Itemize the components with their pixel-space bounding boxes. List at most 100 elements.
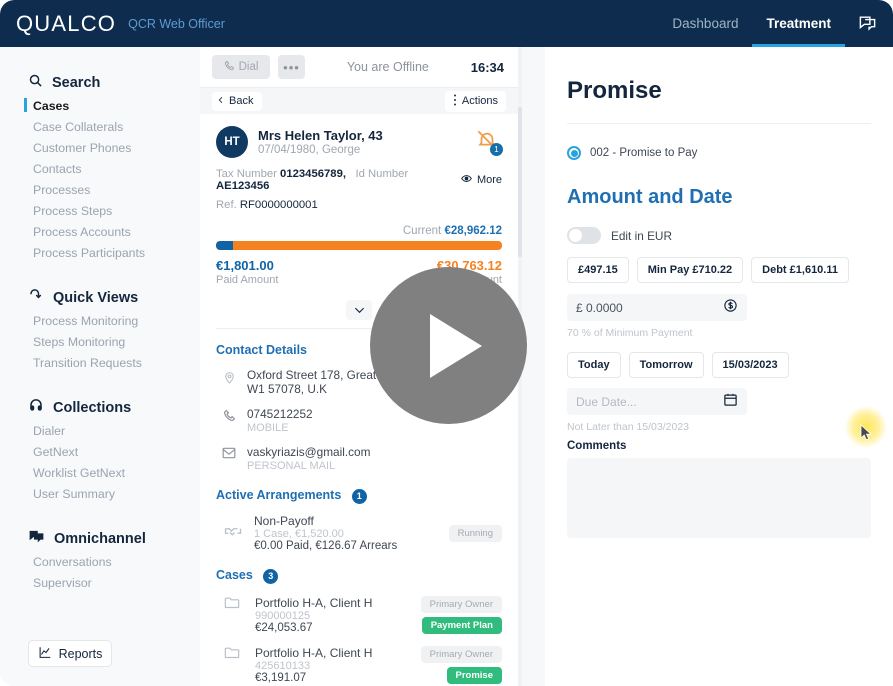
- softphone-toolbar: Dial ••• You are Offline 16:34: [200, 47, 518, 88]
- quick-views-icon: [28, 288, 44, 307]
- customer-name: Mrs Helen Taylor, 43: [258, 128, 476, 143]
- sidebar-group-collections[interactable]: Collections: [0, 394, 200, 421]
- kebab-menu-icon: [453, 94, 457, 109]
- chat-icon[interactable]: [845, 0, 889, 47]
- sidebar-item-getnext[interactable]: GetNext: [0, 442, 200, 463]
- case-badges: Primary Owner Promise: [421, 646, 502, 684]
- more-identifiers-button[interactable]: More: [460, 173, 502, 187]
- reports-button[interactable]: Reports: [28, 640, 112, 667]
- contact-phone-text: 0745212252 MOBILE: [247, 407, 313, 434]
- sidebar-spacer: [0, 264, 200, 284]
- comments-textarea[interactable]: [567, 458, 871, 538]
- case-reference: Ref. RF0000000001: [216, 199, 502, 211]
- chevron-down-icon[interactable]: [346, 300, 372, 320]
- date-pill-max-date[interactable]: 15/03/2023: [712, 352, 789, 378]
- sidebar-item-supervisor[interactable]: Supervisor: [0, 573, 200, 594]
- mail-icon: [221, 445, 237, 472]
- app-root: QUALCO QCR Web Officer Dashboard Treatme…: [0, 0, 893, 686]
- id-number-value: AE123456: [216, 180, 269, 192]
- sidebar-item-user-summary[interactable]: User Summary: [0, 484, 200, 505]
- contact-email-text: vaskyriazis@gmail.com PERSONAL MAIL: [247, 445, 370, 472]
- currency-dollar-icon[interactable]: [723, 298, 738, 318]
- sidebar-item-process-accounts[interactable]: Process Accounts: [0, 222, 200, 243]
- paid-amount-label: Paid Amount: [216, 274, 278, 286]
- sidebar-item-customer-phones[interactable]: Customer Phones: [0, 138, 200, 159]
- radio-selected-icon[interactable]: [567, 146, 581, 160]
- case-number: 425610133: [255, 660, 421, 672]
- case-panel-scrollbar-thumb[interactable]: [518, 107, 522, 257]
- phone-icon: [224, 60, 235, 74]
- divider: [567, 123, 871, 124]
- sidebar-item-steps-monitoring[interactable]: Steps Monitoring: [0, 332, 200, 353]
- current-balance-line: Current €28,962.12: [216, 225, 502, 237]
- paid-amount-block: €1,801.00 Paid Amount: [216, 258, 278, 286]
- play-triangle: [430, 314, 482, 378]
- comments-label: Comments: [567, 440, 871, 452]
- qualco-logo: QUALCO: [16, 11, 116, 37]
- arrangement-sub: 1 Case, €1,520.00: [254, 528, 449, 540]
- sidebar-item-conversations[interactable]: Conversations: [0, 552, 200, 573]
- amount-input[interactable]: £ 0.0000: [567, 294, 747, 321]
- sidebar-item-processes[interactable]: Processes: [0, 180, 200, 201]
- sidebar-item-contacts[interactable]: Contacts: [0, 159, 200, 180]
- back-button[interactable]: Back: [212, 92, 262, 111]
- arrangement-row[interactable]: Non-Payoff 1 Case, €1,520.00 €0.00 Paid,…: [216, 514, 502, 552]
- date-quick-pills: Today Tomorrow 15/03/2023: [567, 352, 871, 378]
- amount-pill-min-pay[interactable]: Min Pay £710.22: [637, 257, 743, 283]
- sidebar-item-worklist-getnext[interactable]: Worklist GetNext: [0, 463, 200, 484]
- dial-button[interactable]: Dial: [212, 55, 270, 79]
- edit-in-eur-toggle-row[interactable]: Edit in EUR: [567, 227, 871, 244]
- sidebar-group-search[interactable]: Search: [0, 69, 200, 96]
- date-pill-tomorrow[interactable]: Tomorrow: [629, 352, 704, 378]
- promise-type-option[interactable]: 002 - Promise to Pay: [567, 146, 871, 160]
- edit-in-eur-toggle[interactable]: [567, 227, 601, 244]
- actions-button[interactable]: Actions: [445, 91, 506, 112]
- arrangements-title: Active Arrangements: [216, 488, 341, 502]
- customer-header: HT Mrs Helen Taylor, 43 07/04/1980, Geor…: [216, 126, 502, 158]
- phone-type: MOBILE: [247, 422, 313, 434]
- amount-pill-suggested[interactable]: £497.15: [567, 257, 629, 283]
- case-row[interactable]: Portfolio H-A, Client H 990000125 €24,05…: [216, 596, 502, 634]
- amount-and-date-heading: Amount and Date: [567, 186, 871, 209]
- sidebar-item-process-steps[interactable]: Process Steps: [0, 201, 200, 222]
- amount-quick-pills: £497.15 Min Pay £710.22 Debt £1,610.11: [567, 257, 871, 283]
- top-navigation-bar: QUALCO QCR Web Officer Dashboard Treatme…: [0, 0, 893, 47]
- case-row[interactable]: Portfolio H-A, Client H 425610133 €3,191…: [216, 646, 502, 684]
- sidebar-group-quick-views[interactable]: Quick Views: [0, 284, 200, 311]
- sidebar-item-case-collaterals[interactable]: Case Collaterals: [0, 117, 200, 138]
- more-options-button[interactable]: •••: [278, 55, 305, 79]
- eye-icon: [460, 173, 473, 187]
- amount-pill-debt[interactable]: Debt £1,610.11: [751, 257, 849, 283]
- folder-icon: [224, 646, 246, 684]
- sidebar-item-process-monitoring[interactable]: Process Monitoring: [0, 311, 200, 332]
- case-badges: Primary Owner Payment Plan: [421, 596, 502, 634]
- alarm-off-icon[interactable]: 1: [476, 129, 502, 155]
- due-date-input[interactable]: Due Date...: [567, 388, 747, 415]
- due-date-placeholder: Due Date...: [576, 395, 637, 409]
- case-role-badge: Primary Owner: [421, 646, 502, 663]
- sidebar-item-transition-requests[interactable]: Transition Requests: [0, 353, 200, 374]
- play-button-icon[interactable]: [370, 267, 527, 424]
- actions-button-label: Actions: [462, 95, 498, 107]
- reports-button-label: Reports: [59, 647, 103, 661]
- sidebar-group-title: Search: [52, 75, 100, 91]
- balance-progress-bar: [216, 241, 502, 250]
- calendar-icon[interactable]: [723, 392, 738, 412]
- customer-dob: 07/04/1980, George: [258, 144, 476, 156]
- case-title: Portfolio H-A, Client H: [255, 646, 421, 660]
- sidebar-item-dialer[interactable]: Dialer: [0, 421, 200, 442]
- case-info: Portfolio H-A, Client H 990000125 €24,05…: [255, 596, 421, 634]
- phone-icon: [221, 407, 237, 434]
- cases-count-badge: 3: [263, 569, 278, 584]
- sidebar-group-omnichannel[interactable]: Omnichannel: [0, 525, 200, 552]
- chevron-left-icon: [217, 95, 225, 108]
- cases-title-wrap: Cases 3: [216, 566, 278, 584]
- sidebar-item-process-participants[interactable]: Process Participants: [0, 243, 200, 264]
- arrangement-status-badge: Running: [449, 525, 502, 542]
- amount-hint: 70 % of Minimum Payment: [567, 327, 871, 339]
- nav-tab-dashboard[interactable]: Dashboard: [658, 0, 752, 47]
- sidebar-item-cases[interactable]: Cases: [0, 96, 200, 117]
- top-nav-links: Dashboard Treatment: [658, 0, 893, 47]
- date-pill-today[interactable]: Today: [567, 352, 621, 378]
- nav-tab-treatment[interactable]: Treatment: [752, 0, 845, 47]
